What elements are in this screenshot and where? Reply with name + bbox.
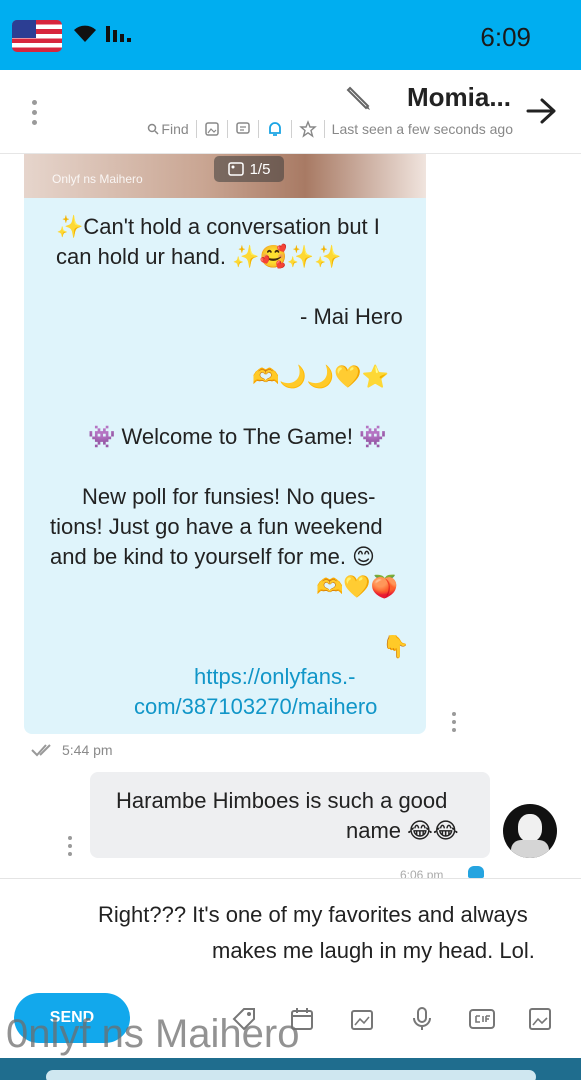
back-arrow-icon[interactable]	[524, 96, 558, 126]
message-line: ✨Can't hold a conversation but I	[56, 214, 380, 239]
composer: Right??? It's one of my favorites and al…	[0, 878, 581, 1058]
message-line: New poll for funsies! No ques-	[82, 484, 376, 509]
message-line: name 😂😂	[346, 818, 459, 843]
input-line: Right??? It's one of my favorites and al…	[98, 902, 528, 927]
image-icon	[227, 162, 244, 176]
flag-icon	[12, 20, 62, 52]
last-seen: Last seen a few seconds ago	[331, 121, 513, 137]
vault-icon[interactable]	[346, 1003, 378, 1035]
message-line: 👾 Welcome to The Game! 👾	[88, 424, 387, 449]
outgoing-message[interactable]: Harambe Himboes is such a good name 😂😂	[90, 772, 490, 858]
avatar[interactable]	[503, 804, 557, 858]
image-icon[interactable]	[204, 121, 220, 137]
message-meta: 5:44 pm	[30, 742, 113, 758]
find-label: Find	[161, 121, 189, 137]
message-time: 6:06 pm	[400, 868, 444, 878]
message-line: can hold ur hand. ✨🥰✨✨	[56, 244, 342, 269]
send-button[interactable]: SEND	[14, 993, 130, 1043]
message-time: 5:44 pm	[62, 742, 113, 758]
message-line: 🫶🌙🌙💛⭐	[252, 364, 389, 389]
heart-icon[interactable]	[468, 866, 484, 878]
incoming-message[interactable]: ✨Can't hold a conversation but I can hol…	[24, 198, 426, 734]
bell-icon[interactable]	[266, 120, 284, 138]
message-line: Harambe Himboes is such a good	[116, 788, 448, 813]
message-options-icon[interactable]	[68, 836, 72, 856]
bottom-bar	[0, 1058, 581, 1080]
message-options-icon[interactable]	[452, 712, 456, 732]
more-icon[interactable]	[32, 100, 37, 125]
message-line: - Mai Hero	[300, 304, 403, 329]
photo-watermark: Onlyf ns Maihero	[52, 172, 143, 186]
photo-preview[interactable]: Onlyf ns Maihero 1/5	[24, 154, 426, 198]
photo-counter: 1/5	[249, 160, 271, 178]
gif-icon[interactable]	[466, 1003, 498, 1035]
message-line: 👇	[382, 634, 410, 659]
star-icon[interactable]	[298, 120, 317, 138]
read-check-icon	[31, 744, 51, 757]
message-icon[interactable]	[235, 121, 251, 137]
chat-title[interactable]: Momia...	[407, 82, 511, 113]
message-line: tions! Just go have a fun weekend	[50, 514, 383, 539]
photo-counter-badge: 1/5	[214, 156, 284, 182]
wifi-icon	[74, 25, 96, 42]
signal-icon	[106, 26, 131, 42]
header-tools: Find Last seen a few seconds ago	[147, 120, 513, 138]
tag-icon[interactable]	[228, 1003, 260, 1035]
chat-header: Momia... Find Last seen a few seconds ag…	[0, 70, 581, 154]
search-icon	[148, 123, 159, 135]
message-link[interactable]: com/387103270/maihero	[134, 692, 377, 722]
message-line: 🫶💛🍑	[316, 574, 399, 599]
mic-icon[interactable]	[406, 1003, 438, 1035]
find-button[interactable]: Find	[147, 121, 189, 137]
input-line: makes me laugh in my head. Lol.	[212, 938, 535, 963]
message-link[interactable]: https://onlyfans.-	[194, 662, 355, 692]
status-bar: 6:09	[0, 0, 581, 70]
edit-icon[interactable]	[344, 84, 372, 112]
status-time: 6:09	[480, 22, 531, 52]
message-input[interactable]: Right??? It's one of my favorites and al…	[98, 897, 560, 969]
message-line: and be kind to yourself for me. 😊	[50, 544, 375, 569]
url-bar[interactable]	[46, 1070, 536, 1080]
composer-toolbar: SEND	[0, 991, 581, 1051]
image-icon[interactable]	[524, 1003, 556, 1035]
message-list[interactable]: Onlyf ns Maihero 1/5 ✨Can't hold a conve…	[0, 154, 581, 878]
calendar-icon[interactable]	[286, 1003, 318, 1035]
